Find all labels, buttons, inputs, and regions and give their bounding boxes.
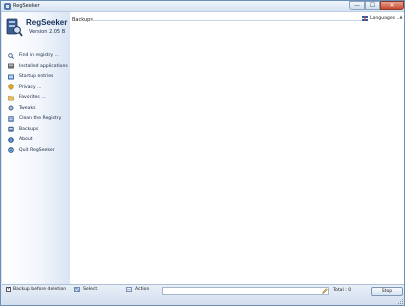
sidebar-item-label: Installed applications [19,63,68,69]
select-label: Select [83,287,98,292]
backup-before-deletion-option[interactable]: ✓ Backup before deletion [6,287,66,292]
sidebar-item-privacy[interactable]: Privacy ... [8,83,70,92]
sidebar-item-clean-registry[interactable]: Clean the Registry [8,114,70,123]
regseeker-logo [6,18,23,37]
flag-icon [362,16,368,21]
close-button[interactable]: ✕ [380,1,404,10]
breadcrumb: Backups [72,17,93,23]
clean-icon [8,115,14,122]
sidebar-item-tweaks[interactable]: Tweaks [8,104,70,113]
content-panel: Backups Languages ... ▲ [70,12,404,284]
sidebar-item-find[interactable]: Find in registry ... [8,51,70,60]
action-input[interactable] [162,287,329,295]
sidebar-item-label: Quit RegSeeker [19,147,55,153]
breadcrumb-divider [91,20,365,21]
action-label: Action [135,287,150,292]
sidebar-item-quit[interactable]: Quit RegSeeker [8,146,70,155]
maximize-button[interactable]: ☐ [365,1,380,10]
sidebar: RegSeeker Version 2.05 B Find in registr… [2,12,70,284]
sidebar-item-installed-applications[interactable]: Installed applications [8,62,70,71]
total-count: Total : 0 [333,288,352,293]
sidebar-item-label: Favorites ... [19,95,46,100]
quit-icon [8,147,14,153]
backups-icon [8,126,14,132]
privacy-icon [8,84,14,90]
brand-title: RegSeeker [26,18,68,27]
app-icon [4,3,11,10]
window-title: RegSeeker [13,3,40,9]
action-button[interactable]: Action [126,287,149,292]
magnifier-icon [8,52,14,59]
action-row: Select Action Total : 0 Stop [71,287,404,297]
title-bar[interactable]: RegSeeker — ☐ ✕ [1,1,404,12]
bottom-bar: ✓ Backup before deletion Select Action T… [2,284,404,305]
languages-label: Languages ... [370,16,401,21]
sidebar-item-about[interactable]: About [8,135,70,144]
sidebar-item-label: Clean the Registry [19,116,62,121]
sidebar-item-backups[interactable]: Backups [8,125,70,134]
sidebar-item-label: Tweaks [19,105,36,111]
sidebar-item-favorites[interactable]: Favorites ... [8,93,70,102]
sidebar-item-label: Startup entries [19,74,54,79]
app-window: RegSeeker — ☐ ✕ RegSeeker Version 2.05 B… [0,0,405,306]
resize-grip-icon[interactable] [398,299,403,304]
startup-icon [8,74,14,79]
select-icon [74,287,80,292]
sidebar-item-label: Find in registry ... [19,53,59,58]
tweaks-icon [8,105,14,111]
pencil-icon[interactable] [322,288,328,294]
applications-icon [8,63,14,69]
sidebar-item-startup-entries[interactable]: Startup entries [8,72,70,81]
favorites-icon [8,95,14,100]
sidebar-item-label: Backups [19,126,39,132]
sidebar-item-label: About [19,137,33,142]
backup-checkbox-label: Backup before deletion [13,287,67,292]
scroll-up-arrow[interactable]: ▲ [399,14,403,20]
backup-checkbox[interactable]: ✓ [6,287,11,292]
sidebar-item-label: Privacy ... [19,84,42,90]
about-icon [8,136,14,143]
version-label: Version 2.05 B [29,29,66,35]
minimize-button[interactable]: — [349,1,365,10]
select-button[interactable]: Select [74,287,97,292]
action-icon [126,287,132,292]
stop-button[interactable]: Stop [371,287,403,296]
languages-button[interactable]: Languages ... [362,16,401,21]
